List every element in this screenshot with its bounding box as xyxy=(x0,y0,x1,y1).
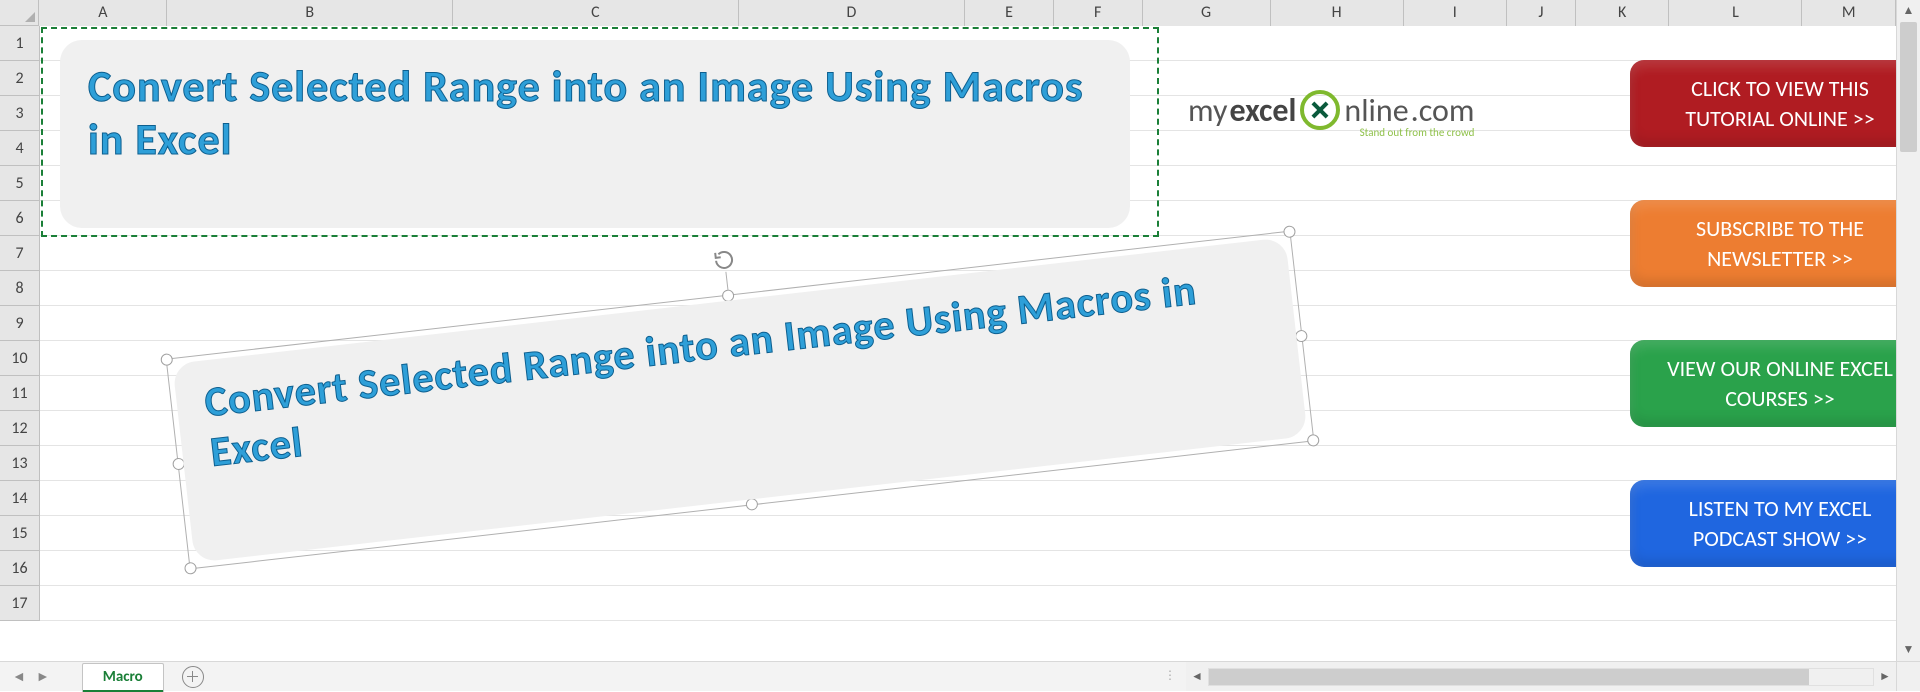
splitter-dots-icon[interactable]: ⋮ xyxy=(1164,668,1178,683)
horizontal-scrollbar[interactable]: ◄ ► xyxy=(1186,662,1896,691)
column-headers-row: A B C D E F G H I J K L M xyxy=(0,0,1896,26)
row-header[interactable]: 10 xyxy=(0,341,40,376)
bottom-corner xyxy=(1896,662,1920,691)
row-header[interactable]: 9 xyxy=(0,306,40,341)
sheet-tab-macro[interactable]: Macro xyxy=(82,663,164,692)
row-header[interactable]: 4 xyxy=(0,131,40,166)
tab-spacer: ⋮ xyxy=(204,662,1186,691)
cta-podcast-button[interactable]: LISTEN TO MY EXCEL PODCAST SHOW >> xyxy=(1630,480,1896,567)
row-header[interactable]: 7 xyxy=(0,236,40,271)
logo-bold: excel xyxy=(1229,91,1296,130)
row-cells[interactable] xyxy=(40,236,1896,271)
logo-tagline: Stand out from the crowd xyxy=(1360,126,1475,139)
row-header[interactable]: 8 xyxy=(0,271,40,306)
row-header[interactable]: 13 xyxy=(0,446,40,481)
spreadsheet-grid: A B C D E F G H I J K L M 1 2 3 4 5 6 7 … xyxy=(0,0,1896,661)
col-header-M[interactable]: M xyxy=(1802,0,1896,26)
tab-navigation: ◄ ► xyxy=(0,662,62,691)
scroll-right-icon[interactable]: ► xyxy=(1874,669,1896,684)
row-header[interactable]: 17 xyxy=(0,586,40,621)
row-header[interactable]: 12 xyxy=(0,411,40,446)
row-header[interactable]: 6 xyxy=(0,201,40,236)
col-header-H[interactable]: H xyxy=(1271,0,1404,26)
row-cells[interactable] xyxy=(40,586,1896,621)
col-header-G[interactable]: G xyxy=(1143,0,1271,26)
hscroll-track[interactable] xyxy=(1208,668,1874,686)
cta-courses-button[interactable]: VIEW OUR ONLINE EXCEL COURSES >> xyxy=(1630,340,1896,427)
tab-prev-icon[interactable]: ◄ xyxy=(12,668,26,685)
scroll-left-icon[interactable]: ◄ xyxy=(1186,669,1208,684)
row-cells[interactable] xyxy=(40,551,1896,586)
row-header[interactable]: 2 xyxy=(0,61,40,96)
scroll-down-icon[interactable]: ▼ xyxy=(1897,639,1920,661)
col-header-I[interactable]: I xyxy=(1404,0,1507,26)
col-header-F[interactable]: F xyxy=(1054,0,1143,26)
cta-tutorial-button[interactable]: CLICK TO VIEW THIS TUTORIAL ONLINE >> xyxy=(1630,60,1896,147)
title-text: Convert Selected Range into an Image Usi… xyxy=(88,60,1102,166)
col-header-B[interactable]: B xyxy=(167,0,453,26)
col-header-E[interactable]: E xyxy=(965,0,1054,26)
new-sheet-button[interactable] xyxy=(182,666,204,688)
logo-domain: .com xyxy=(1411,91,1475,130)
scroll-up-icon[interactable]: ▲ xyxy=(1897,0,1920,22)
cta-newsletter-button[interactable]: SUBSCRIBE TO THE NEWSLETTER >> xyxy=(1630,200,1896,287)
col-header-K[interactable]: K xyxy=(1576,0,1670,26)
title-shape[interactable]: Convert Selected Range into an Image Usi… xyxy=(60,40,1130,228)
row-header[interactable]: 15 xyxy=(0,516,40,551)
vertical-scrollbar[interactable]: ▲ ▼ xyxy=(1896,0,1920,661)
tab-next-icon[interactable]: ► xyxy=(36,668,50,685)
row-header[interactable]: 3 xyxy=(0,96,40,131)
row-header[interactable]: 16 xyxy=(0,551,40,586)
logo-x-icon xyxy=(1300,90,1340,130)
logo-prefix: my xyxy=(1188,91,1227,130)
hscroll-thumb[interactable] xyxy=(1209,669,1809,685)
logo-suffix: nline xyxy=(1344,91,1408,130)
row-header[interactable]: 14 xyxy=(0,481,40,516)
col-header-C[interactable]: C xyxy=(453,0,739,26)
row-header[interactable]: 1 xyxy=(0,26,40,61)
logo: my excel nline .com Stand out from the c… xyxy=(1188,90,1474,130)
col-header-D[interactable]: D xyxy=(739,0,966,26)
row-header[interactable]: 5 xyxy=(0,166,40,201)
bottom-bar: ◄ ► Macro ⋮ ◄ ► xyxy=(0,661,1920,691)
select-all-corner[interactable] xyxy=(0,0,39,26)
col-header-J[interactable]: J xyxy=(1507,0,1576,26)
vscroll-thumb[interactable] xyxy=(1900,22,1917,152)
col-header-A[interactable]: A xyxy=(39,0,167,26)
col-header-L[interactable]: L xyxy=(1669,0,1802,26)
row-header[interactable]: 11 xyxy=(0,376,40,411)
